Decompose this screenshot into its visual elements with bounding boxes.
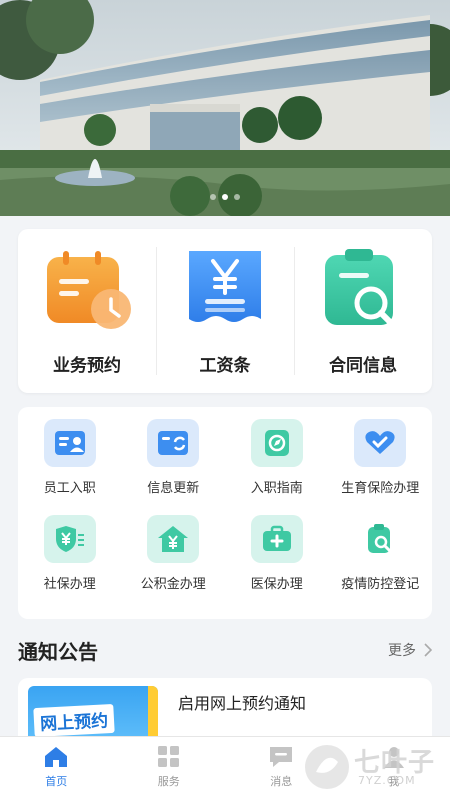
grid-icon [157, 746, 179, 767]
service-label: 医保办理 [250, 577, 303, 592]
shield-yen-icon [43, 515, 96, 563]
notices-title: 通知公告 [18, 639, 98, 664]
service-label: 社保办理 [43, 577, 96, 592]
more-label: 更多 [388, 643, 416, 659]
tab-label: 消息 [270, 775, 293, 788]
notice-title: 启用网上预约通知 [178, 694, 307, 713]
carousel-dot[interactable] [234, 194, 240, 200]
service-epidemic-registration[interactable]: 疫情防控登记 [329, 515, 433, 611]
service-housing-fund[interactable]: 公积金办理 [122, 515, 226, 611]
service-maternity-insurance[interactable]: 生育保险办理 [329, 419, 433, 515]
banner-carousel[interactable] [0, 0, 450, 216]
service-info-update[interactable]: 信息更新 [122, 419, 226, 515]
bottom-tab-bar: 首页 服务 消息 我 [0, 736, 450, 800]
services-grid: 员工入职 信息更新 入职指南 生育保险办理 社保办理 公积金办理 医保办理 疫情… [18, 407, 432, 619]
id-card-icon [43, 419, 96, 467]
tab-label: 服务 [157, 775, 180, 788]
tab-label: 首页 [45, 775, 68, 788]
service-label: 信息更新 [147, 481, 200, 496]
calendar-clock-icon [41, 247, 133, 333]
clipboard-search-icon [317, 247, 409, 333]
tab-label: 我 [388, 775, 400, 788]
message-icon [270, 747, 293, 767]
yen-receipt-icon [179, 247, 271, 333]
main-service-appointment[interactable]: 业务预约 [18, 229, 156, 393]
service-label: 生育保险办理 [341, 481, 420, 496]
user-icon [383, 747, 404, 768]
service-label: 入职指南 [250, 481, 303, 496]
main-service-label: 工资条 [199, 356, 251, 376]
tab-messages[interactable]: 消息 [225, 737, 338, 800]
tab-home[interactable]: 首页 [0, 737, 113, 800]
main-service-contract[interactable]: 合同信息 [294, 229, 432, 393]
notice-thumbnail-text: 网上预约 [33, 703, 115, 738]
carousel-dot-active[interactable] [222, 194, 228, 200]
main-service-label: 合同信息 [329, 356, 397, 376]
carousel-dot[interactable] [210, 194, 216, 200]
main-services-card: 业务预约 工资条 合同信息 [18, 229, 432, 393]
service-social-security[interactable]: 社保办理 [18, 515, 122, 611]
service-employee-onboard[interactable]: 员工入职 [18, 419, 122, 515]
service-label: 疫情防控登记 [341, 577, 420, 592]
refresh-card-icon [147, 419, 200, 467]
clipboard-search-icon [354, 515, 407, 563]
service-onboard-guide[interactable]: 入职指南 [225, 419, 329, 515]
banner-building-image [0, 0, 450, 216]
house-yen-icon [147, 515, 200, 563]
main-service-label: 业务预约 [53, 356, 121, 376]
tab-services[interactable]: 服务 [113, 737, 226, 800]
compass-icon [250, 419, 303, 467]
service-medical-insurance[interactable]: 医保办理 [225, 515, 329, 611]
service-label: 员工入职 [43, 481, 96, 496]
carousel-dots [0, 194, 450, 200]
service-label: 公积金办理 [140, 577, 206, 592]
main-service-payslip[interactable]: 工资条 [156, 229, 294, 393]
medical-kit-icon [250, 515, 303, 563]
notices-more-link[interactable]: 更多 [388, 640, 432, 660]
notices-header: 通知公告 更多 [18, 634, 432, 666]
tab-me[interactable]: 我 [338, 737, 450, 800]
chevron-right-icon [424, 643, 432, 657]
home-icon [45, 747, 68, 767]
heart-hands-icon [354, 419, 407, 467]
